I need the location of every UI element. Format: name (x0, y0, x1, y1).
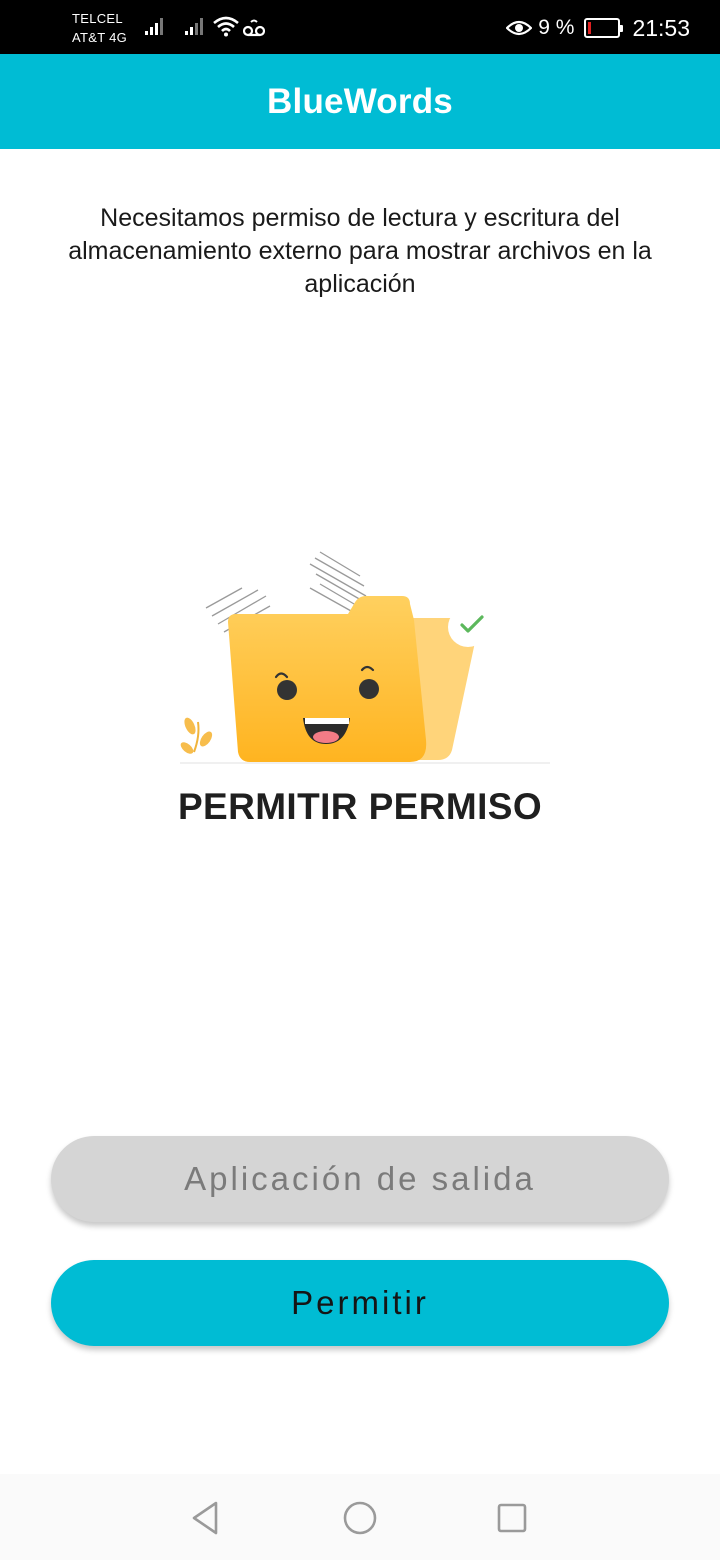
smiling-folder-illustration (180, 551, 550, 764)
app-title: BlueWords (267, 81, 453, 121)
eye-comfort-icon (506, 20, 533, 36)
exit-app-button-label: Aplicación de salida (184, 1160, 536, 1197)
plant-decoration (180, 717, 213, 754)
home-icon (343, 1501, 377, 1535)
carrier-2-label: AT&T 4G (72, 30, 128, 45)
battery-icon (584, 18, 624, 38)
battery-percent: 9 % (538, 16, 575, 39)
permission-headline: PERMITIR PERMISO (177, 786, 543, 827)
wifi-icon (213, 16, 239, 37)
exit-app-button[interactable]: Aplicación de salida (51, 1136, 669, 1222)
home-button[interactable] (336, 1494, 384, 1542)
voicemail-icon (243, 19, 265, 37)
navigation-bar (0, 1474, 720, 1560)
allow-button[interactable]: Permitir (51, 1260, 669, 1346)
carrier-info: TELCEL AT&T 4G (72, 9, 127, 47)
permission-message: Necesitamos permiso de lectura y escritu… (68, 204, 652, 298)
status-bar: TELCEL AT&T 4G 9 % 21:53 (0, 0, 720, 54)
signal-icon (185, 18, 203, 35)
status-right-group: 9 % 21:53 (506, 14, 690, 42)
back-button[interactable] (182, 1494, 230, 1542)
app-bar: BlueWords (0, 54, 720, 149)
back-icon (192, 1501, 218, 1535)
battery-level-fill (588, 22, 592, 34)
recents-icon (497, 1503, 527, 1533)
carrier-1-label: TELCEL (72, 11, 123, 26)
allow-button-label: Permitir (291, 1284, 429, 1321)
clock: 21:53 (632, 14, 690, 41)
recents-button[interactable] (488, 1494, 536, 1542)
signal-icon (145, 18, 163, 35)
